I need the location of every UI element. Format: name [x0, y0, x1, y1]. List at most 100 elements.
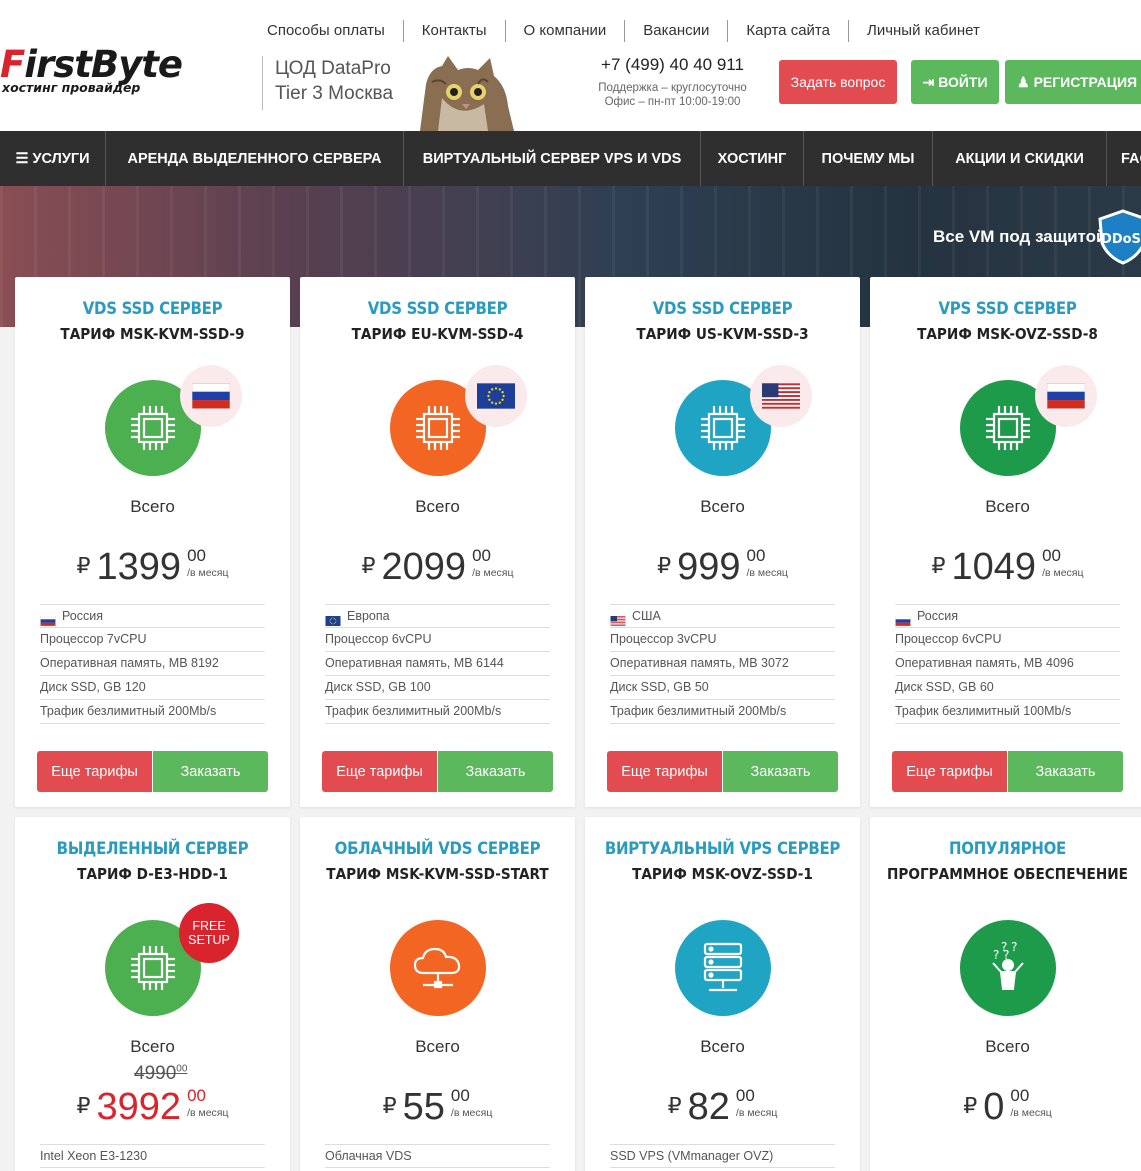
spec-list: Облачная VDS [325, 1144, 550, 1168]
spec-row: Процессор 3vCPU [610, 628, 835, 652]
price: ₽ 82 00/в месяц [585, 1086, 860, 1128]
currency-sign: ₽ [657, 553, 672, 578]
order-button[interactable]: Заказать [1007, 751, 1123, 792]
ru-flag-icon [895, 611, 911, 627]
login-icon: ⇥ [922, 73, 935, 90]
currency-sign: ₽ [382, 1093, 397, 1118]
spec-row: Трафик безлимитный 200Mb/s [325, 700, 550, 724]
price: ₽ 1399 00/в месяц [15, 547, 290, 588]
spec-list: Россия Процессор 6vCPU Оперативная память,… [895, 604, 1120, 724]
eu-flag-icon [465, 365, 527, 427]
ddos-shield-icon: DDoS [1098, 209, 1141, 265]
order-button[interactable]: Заказать [722, 751, 838, 792]
card-tariff: ПРОГРАММНОЕ ОБЕСПЕЧЕНИЕ [886, 865, 1129, 883]
tariff-card: VDS SSD СЕРВЕР ТАРИФ US-KVM-SSD-3 Всего … [585, 277, 860, 807]
nav-services[interactable]: ☰ УСЛУГИ [0, 131, 106, 186]
price-value: 2099 [381, 546, 467, 588]
price: ₽ 2099 00/в месяц [300, 546, 575, 588]
card-actions: Еще тарифы Заказать [892, 751, 1123, 792]
card-category: ПОПУЛЯРНОЕ [948, 839, 1067, 859]
price-label: Всего [130, 1037, 175, 1056]
spec-row: Оперативная память, MB 4096 [895, 652, 1120, 676]
price: ₽ 55 00/в месяц [300, 1086, 575, 1128]
spec-text: Европа [347, 608, 390, 623]
login-button[interactable]: ⇥ ВОЙТИ [911, 60, 999, 104]
price: ₽ 0 00/в месяц [870, 1086, 1141, 1128]
nav-hosting[interactable]: ХОСТИНГ [701, 131, 804, 186]
more-tariffs-button[interactable]: Еще тарифы [322, 751, 437, 792]
nav-faq[interactable]: FAQ [1107, 131, 1141, 186]
free-setup-badge: FREE SETUP [179, 903, 239, 963]
price-kopecks: 00 [472, 546, 491, 565]
spec-text: Оперативная память, MB 3072 [610, 656, 789, 670]
card-actions: Еще тарифы Заказать [322, 751, 553, 792]
nav-vps-vds[interactable]: ВИРТУАЛЬНЫЙ СЕРВЕР VPS И VDS [404, 131, 701, 186]
user-plus-icon: ♟ [1017, 73, 1030, 90]
spec-row: Диск SSD, GB 100 [325, 676, 550, 700]
phone-number[interactable]: +7 (499) 40 40 911 [590, 55, 755, 75]
card-category: ВЫДЕЛЕННЫЙ СЕРВЕР [56, 839, 249, 859]
price-label: Всего [415, 497, 460, 516]
card-tariff: ТАРИФ MSK-OVZ-SSD-1 [632, 865, 813, 883]
price-period: /в месяц [187, 1107, 229, 1119]
price-period: /в месяц [472, 567, 514, 579]
price-label: Всего [700, 497, 745, 516]
product-card: ОБЛАЧНЫЙ VDS СЕРВЕР ТАРИФ MSK-KVM-SSD-ST… [300, 817, 575, 1171]
ru-flag-icon [180, 365, 242, 427]
badge-line1: FREE [192, 919, 226, 933]
price-label: Всего [985, 497, 1030, 516]
price-kopecks: 00 [450, 1086, 470, 1105]
currency-sign: ₽ [76, 553, 91, 578]
nav-why-us[interactable]: ПОЧЕМУ МЫ [804, 131, 933, 186]
spec-row: Оперативная память, MB 3072 [610, 652, 835, 676]
office-hours: Офис – пн-пт 10:00-19:00 [604, 96, 741, 108]
logo[interactable]: FirstByte хостинг провайдер [0, 46, 245, 96]
order-button[interactable]: Заказать [152, 751, 268, 792]
card-tariff: ТАРИФ MSK-KVM-SSD-START [326, 865, 549, 883]
currency-sign: ₽ [963, 1093, 978, 1118]
currency-sign: ₽ [76, 1093, 91, 1118]
topnav-account[interactable]: Личный кабинет [849, 20, 998, 42]
ru-flag-icon [40, 611, 56, 627]
more-tariffs-button[interactable]: Еще тарифы [892, 751, 1007, 792]
more-tariffs-button[interactable]: Еще тарифы [37, 751, 152, 792]
spec-row: Оперативная память, MB 8192 [40, 652, 265, 676]
spec-text: Диск SSD, GB 50 [610, 680, 709, 694]
topnav-vacancies[interactable]: Вакансии [625, 20, 729, 42]
currency-sign: ₽ [667, 1093, 682, 1118]
spec-row: Трафик безлимитный 100Mb/s [895, 700, 1120, 724]
topnav-payment-methods[interactable]: Способы оплаты [249, 20, 404, 42]
price-kopecks: 00 [1042, 546, 1061, 565]
ask-question-button[interactable]: Задать вопрос [779, 60, 897, 104]
us-flag-icon [610, 611, 626, 626]
card-actions: Еще тарифы Заказать [607, 751, 838, 792]
spec-list: США Процессор 3vCPU Оперативная память, MB… [610, 604, 835, 724]
spec-text: Процессор 7vCPU [40, 632, 147, 646]
nav-dedicated-servers[interactable]: АРЕНДА ВЫДЕЛЕННОГО СЕРВЕРА [106, 131, 404, 186]
spec-text: Россия [917, 608, 958, 623]
currency-sign: ₽ [361, 553, 376, 578]
spec-text: Диск SSD, GB 120 [40, 680, 146, 694]
spec-text: Процессор 6vCPU [325, 632, 432, 646]
more-tariffs-button[interactable]: Еще тарифы [607, 751, 722, 792]
price-label: Всего [985, 1037, 1030, 1056]
spec-text: Оперативная память, MB 8192 [40, 656, 219, 670]
tariff-card: VDS SSD СЕРВЕР ТАРИФ MSK-KVM-SSD-9 Всего… [15, 277, 290, 807]
spec-list: Европа Процессор 6vCPU Оперативная память,… [325, 604, 550, 724]
order-button[interactable]: Заказать [437, 751, 553, 792]
card-category: ВИРТУАЛЬНЫЙ VPS СЕРВЕР [604, 839, 841, 859]
register-button[interactable]: ♟ РЕГИСТРАЦИЯ [1005, 60, 1141, 104]
spec-row: Трафик безлимитный 200Mb/s [610, 700, 835, 724]
spec-row: Россия [895, 604, 1120, 628]
nav-promotions[interactable]: АКЦИИ И СКИДКИ [933, 131, 1107, 186]
spec-text: Трафик безлимитный 200Mb/s [325, 704, 502, 718]
topnav-about[interactable]: О компании [506, 20, 626, 42]
topnav-contacts[interactable]: Контакты [404, 20, 506, 42]
price-value: 55 [402, 1086, 445, 1128]
topnav-sitemap[interactable]: Карта сайта [728, 20, 849, 42]
spec-row: Диск SSD, GB 50 [610, 676, 835, 700]
price-value: 3992 [96, 1086, 182, 1128]
price-value: 0 [983, 1086, 1005, 1128]
price-kopecks: 00 [735, 1086, 755, 1105]
support-hours: Поддержка – круглосуточно [598, 82, 747, 94]
